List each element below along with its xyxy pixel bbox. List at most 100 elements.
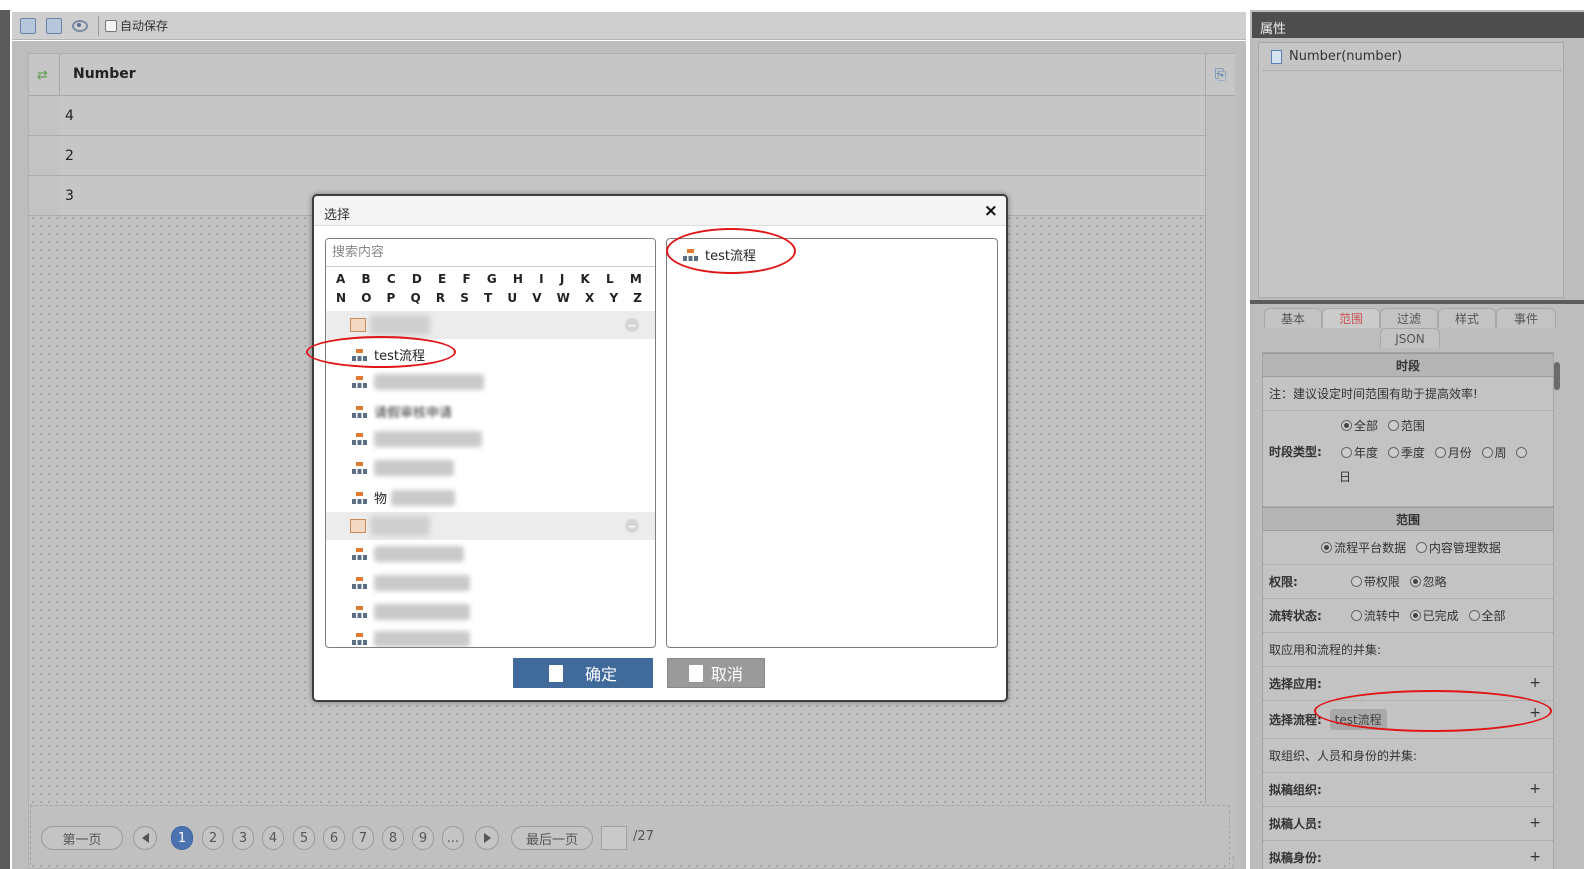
process-item[interactable]: [352, 431, 482, 447]
tab-filter[interactable]: 过滤: [1380, 308, 1438, 328]
letter-d[interactable]: D: [412, 272, 422, 286]
search-input[interactable]: [326, 239, 655, 267]
letter-a[interactable]: A: [336, 272, 345, 286]
letter-z[interactable]: Z: [633, 291, 642, 305]
app-group-header[interactable]: −: [326, 311, 655, 339]
blurred-process-name: [374, 631, 470, 647]
letter-q[interactable]: Q: [410, 291, 420, 305]
letter-h[interactable]: H: [513, 272, 523, 286]
page-7-button[interactable]: 7: [352, 826, 374, 850]
page-3-button[interactable]: 3: [232, 826, 254, 850]
letter-f[interactable]: F: [462, 272, 470, 286]
period-all-radio[interactable]: [1341, 420, 1352, 431]
autosave-checkbox[interactable]: [105, 19, 117, 32]
save-as-icon[interactable]: [46, 17, 62, 34]
letter-w[interactable]: W: [557, 291, 570, 305]
page-5-button[interactable]: 5: [293, 826, 315, 850]
tab-events[interactable]: 事件: [1496, 308, 1556, 328]
page-8-button[interactable]: 8: [382, 826, 404, 850]
status-all-radio[interactable]: [1468, 610, 1480, 621]
confirm-button[interactable]: 确定: [513, 658, 653, 688]
cancel-button[interactable]: 取消: [667, 658, 765, 688]
letter-v[interactable]: V: [532, 291, 541, 305]
period-month-label: 月份: [1447, 446, 1472, 460]
letter-y[interactable]: Y: [609, 291, 618, 305]
letter-i[interactable]: I: [539, 272, 543, 286]
properties-scrollbar[interactable]: [1554, 352, 1560, 869]
add-org-button[interactable]: +: [1529, 781, 1541, 797]
process-item[interactable]: [352, 460, 454, 476]
table-row[interactable]: 4: [60, 96, 1205, 136]
panel-splitter[interactable]: [1250, 300, 1584, 304]
process-item[interactable]: [352, 374, 484, 390]
period-year-radio[interactable]: [1341, 447, 1352, 458]
tab-json[interactable]: JSON: [1380, 328, 1440, 348]
table-row[interactable]: 2: [60, 136, 1205, 176]
process-item[interactable]: [352, 604, 470, 620]
letter-t[interactable]: T: [484, 291, 492, 305]
scrollbar-thumb[interactable]: [1554, 362, 1560, 390]
process-item[interactable]: 请假审核申请: [352, 402, 452, 421]
tab-basic[interactable]: 基本: [1264, 308, 1322, 328]
letter-n[interactable]: N: [336, 291, 346, 305]
element-tree-item[interactable]: Number(number): [1271, 49, 1402, 64]
process-item[interactable]: [352, 631, 470, 647]
prev-page-button[interactable]: [133, 826, 157, 850]
last-page-button[interactable]: 最后一页: [511, 826, 593, 850]
collapse-icon[interactable]: −: [625, 519, 639, 533]
letter-k[interactable]: K: [581, 272, 590, 286]
blurred-process-name: [374, 546, 464, 562]
close-icon[interactable]: ×: [984, 201, 998, 221]
first-page-button[interactable]: 第一页: [41, 826, 123, 850]
page-4-button[interactable]: 4: [262, 826, 284, 850]
save-icon[interactable]: [20, 17, 36, 34]
letter-g[interactable]: G: [487, 272, 497, 286]
page-number-input[interactable]: [601, 826, 627, 850]
letter-m[interactable]: M: [630, 272, 642, 286]
letter-s[interactable]: S: [460, 291, 469, 305]
letter-j[interactable]: J: [560, 272, 564, 286]
scope-process-radio[interactable]: [1321, 542, 1333, 553]
letter-p[interactable]: P: [387, 291, 396, 305]
tab-scope[interactable]: 范围: [1322, 308, 1380, 328]
period-quarter-radio[interactable]: [1387, 447, 1399, 458]
process-item[interactable]: [352, 546, 464, 562]
page-6-button[interactable]: 6: [323, 826, 345, 850]
add-app-button[interactable]: +: [1529, 675, 1541, 691]
period-week-label: 周: [1494, 446, 1507, 460]
process-item[interactable]: 物: [352, 488, 456, 507]
next-page-button[interactable]: [475, 826, 499, 850]
page-9-button[interactable]: 9: [412, 826, 434, 850]
scope-content-radio[interactable]: [1415, 542, 1427, 553]
add-identity-button[interactable]: +: [1529, 849, 1541, 865]
collapse-icon[interactable]: −: [625, 318, 639, 332]
letter-c[interactable]: C: [387, 272, 396, 286]
letter-e[interactable]: E: [438, 272, 446, 286]
process-item[interactable]: [352, 575, 470, 591]
preview-eye-icon[interactable]: [72, 19, 88, 32]
letter-o[interactable]: O: [361, 291, 371, 305]
more-pages-button[interactable]: ...: [442, 826, 464, 850]
status-running-radio[interactable]: [1350, 610, 1362, 621]
letter-r[interactable]: R: [436, 291, 445, 305]
letter-b[interactable]: B: [362, 272, 371, 286]
export-icon[interactable]: ⎘: [1205, 54, 1235, 96]
page-2-button[interactable]: 2: [202, 826, 224, 850]
with-permission-radio[interactable]: [1350, 576, 1362, 587]
period-day-radio[interactable]: [1516, 447, 1528, 458]
ignore-permission-radio[interactable]: [1409, 576, 1421, 587]
page-1-button[interactable]: 1: [171, 826, 193, 850]
letter-l[interactable]: L: [606, 272, 614, 286]
tab-style[interactable]: 样式: [1438, 308, 1496, 328]
refresh-icon[interactable]: ⇄: [37, 68, 48, 83]
permission-label: 权限:: [1269, 575, 1298, 589]
letter-u[interactable]: U: [507, 291, 517, 305]
letter-x[interactable]: X: [585, 291, 594, 305]
status-completed-radio[interactable]: [1409, 610, 1421, 621]
period-week-radio[interactable]: [1481, 447, 1493, 458]
add-person-button[interactable]: +: [1529, 815, 1541, 831]
app-group-header[interactable]: −: [326, 512, 655, 540]
period-month-radio[interactable]: [1434, 447, 1446, 458]
period-range-radio[interactable]: [1387, 420, 1399, 431]
row-handle: [29, 176, 60, 216]
